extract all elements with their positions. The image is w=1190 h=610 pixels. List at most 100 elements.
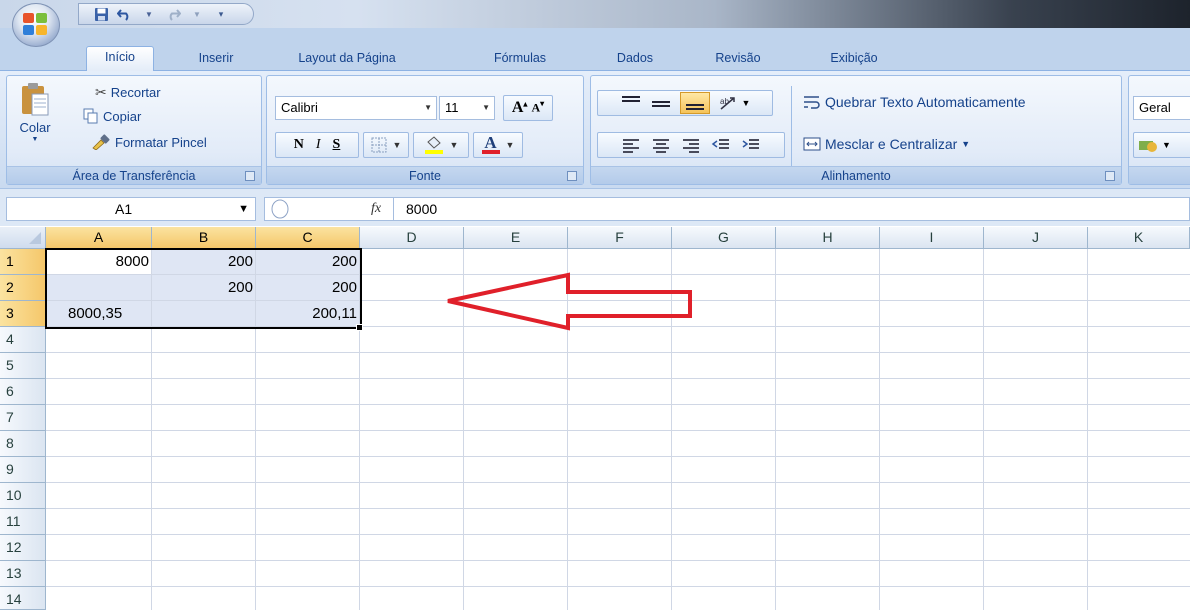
cell-b1[interactable]: 200 — [152, 249, 256, 275]
row-header-6[interactable]: 6 — [0, 379, 46, 405]
gridline — [46, 586, 1190, 587]
redo-icon[interactable] — [165, 6, 181, 22]
font-size-dropdown-icon[interactable]: ▼ — [482, 97, 490, 119]
undo-dropdown-icon[interactable]: ▼ — [141, 6, 157, 22]
save-icon[interactable] — [93, 6, 109, 22]
wrap-text-button[interactable]: Quebrar Texto Automaticamente — [803, 94, 1026, 110]
formula-input[interactable]: fx — [264, 197, 1190, 221]
row-header-11[interactable]: 11 — [0, 509, 46, 535]
decrease-indent-icon[interactable] — [711, 137, 731, 153]
row-header-9[interactable]: 9 — [0, 457, 46, 483]
tab-inserir[interactable]: Inserir — [184, 48, 248, 70]
tab-inicio[interactable]: Início — [86, 46, 154, 71]
format-painter-button[interactable]: Formatar Pincel — [91, 134, 207, 150]
cell-a1[interactable]: 8000 — [46, 249, 152, 275]
font-color-dropdown-icon[interactable]: ▼ — [506, 140, 515, 150]
undo-icon[interactable] — [117, 6, 133, 22]
cell-c3[interactable]: 200,11 — [256, 301, 360, 327]
row-header-5[interactable]: 5 — [0, 353, 46, 379]
worksheet-grid[interactable]: A B C D E F G H I J K 1 2 3 4 5 6 7 8 9 … — [0, 227, 1190, 610]
paste-button[interactable]: Colar ▼ — [17, 82, 53, 143]
cell-c2[interactable]: 200 — [256, 275, 360, 301]
formula-cancel-icon[interactable] — [269, 198, 291, 220]
underline-button[interactable]: S — [333, 137, 341, 153]
redo-dropdown-icon[interactable]: ▼ — [189, 6, 205, 22]
cell-b2[interactable]: 200 — [152, 275, 256, 301]
formula-separator — [393, 198, 394, 220]
borders-button[interactable]: ▼ — [363, 132, 409, 158]
shrink-font-button[interactable]: A▾ — [531, 99, 544, 117]
borders-dropdown-icon[interactable]: ▼ — [393, 140, 402, 150]
tab-revisao[interactable]: Revisão — [700, 48, 776, 70]
fill-color-dropdown-icon[interactable]: ▼ — [450, 140, 459, 150]
column-header-a[interactable]: A — [46, 227, 152, 249]
align-bottom-button[interactable] — [679, 92, 710, 114]
row-header-1[interactable]: 1 — [0, 249, 46, 275]
tab-formulas[interactable]: Fórmulas — [478, 48, 562, 70]
merge-dropdown-icon[interactable]: ▼ — [961, 139, 970, 149]
bold-button[interactable]: N — [294, 137, 304, 153]
align-left-icon[interactable] — [621, 137, 641, 153]
tab-layout-da-pagina[interactable]: Layout da Página — [282, 48, 412, 70]
increase-indent-icon[interactable] — [741, 137, 761, 153]
grow-font-button[interactable]: A▴ — [512, 99, 528, 117]
clipboard-dialog-launcher-icon[interactable] — [245, 171, 255, 181]
cut-button[interactable]: ✂ Recortar — [95, 84, 161, 101]
column-header-h[interactable]: H — [776, 227, 880, 249]
name-box[interactable]: A1 ▼ — [6, 197, 256, 221]
select-all-icon — [29, 232, 41, 244]
column-header-f[interactable]: F — [568, 227, 672, 249]
select-all-button[interactable] — [0, 227, 46, 249]
row-header-8[interactable]: 8 — [0, 431, 46, 457]
copy-button[interactable]: Copiar — [83, 108, 141, 124]
accounting-format-icon — [1139, 141, 1157, 152]
italic-button[interactable]: I — [316, 137, 321, 153]
orientation-button[interactable]: ab ▼ — [718, 95, 750, 111]
column-header-k[interactable]: K — [1088, 227, 1190, 249]
accounting-dropdown-icon[interactable]: ▼ — [1162, 140, 1171, 150]
merge-center-button[interactable]: Mesclar e Centralizar ▼ — [803, 136, 970, 152]
cell-a3[interactable]: 8000,35 — [46, 301, 152, 327]
font-color-button[interactable]: A ▼ — [473, 132, 523, 158]
font-name-combo[interactable]: Calibri ▼ — [275, 96, 437, 120]
fill-color-button[interactable]: ▼ — [413, 132, 469, 158]
gridline — [46, 534, 1190, 535]
font-name-dropdown-icon[interactable]: ▼ — [424, 97, 432, 119]
font-group-label: Fonte — [267, 166, 583, 184]
align-middle-icon[interactable] — [650, 95, 672, 111]
alignment-dialog-launcher-icon[interactable] — [1105, 171, 1115, 181]
font-dialog-launcher-icon[interactable] — [567, 171, 577, 181]
column-header-j[interactable]: J — [984, 227, 1088, 249]
row-header-7[interactable]: 7 — [0, 405, 46, 431]
row-header-14[interactable]: 14 — [0, 587, 46, 610]
column-header-e[interactable]: E — [464, 227, 568, 249]
column-header-i[interactable]: I — [880, 227, 984, 249]
number-format-combo[interactable]: Geral — [1133, 96, 1190, 120]
row-header-12[interactable]: 12 — [0, 535, 46, 561]
font-size-combo[interactable]: 11 ▼ — [439, 96, 495, 120]
column-header-c[interactable]: C — [256, 227, 360, 249]
paste-dropdown-icon[interactable]: ▼ — [32, 136, 39, 143]
name-box-dropdown-icon[interactable]: ▼ — [238, 198, 249, 220]
tab-dados[interactable]: Dados — [603, 48, 667, 70]
customize-qat-icon[interactable]: ▾ — [213, 6, 229, 22]
cell-c1[interactable]: 200 — [256, 249, 360, 275]
accounting-format-button[interactable]: ▼ — [1133, 132, 1190, 158]
row-header-10[interactable]: 10 — [0, 483, 46, 509]
alignment-group: ab ▼ Quebrar Texto Automaticamente Mescla… — [590, 75, 1122, 185]
column-header-b[interactable]: B — [152, 227, 256, 249]
svg-text:ab: ab — [720, 97, 729, 106]
tab-exibicao[interactable]: Exibição — [812, 48, 896, 70]
insert-function-icon[interactable]: fx — [371, 201, 381, 217]
align-center-icon[interactable] — [651, 137, 671, 153]
row-header-3[interactable]: 3 — [0, 301, 46, 327]
align-right-icon[interactable] — [681, 137, 701, 153]
office-button[interactable] — [12, 3, 60, 47]
row-header-2[interactable]: 2 — [0, 275, 46, 301]
column-header-d[interactable]: D — [360, 227, 464, 249]
row-header-13[interactable]: 13 — [0, 561, 46, 587]
row-header-4[interactable]: 4 — [0, 327, 46, 353]
align-top-icon[interactable] — [620, 95, 642, 111]
alignment-separator — [791, 86, 792, 166]
column-header-g[interactable]: G — [672, 227, 776, 249]
